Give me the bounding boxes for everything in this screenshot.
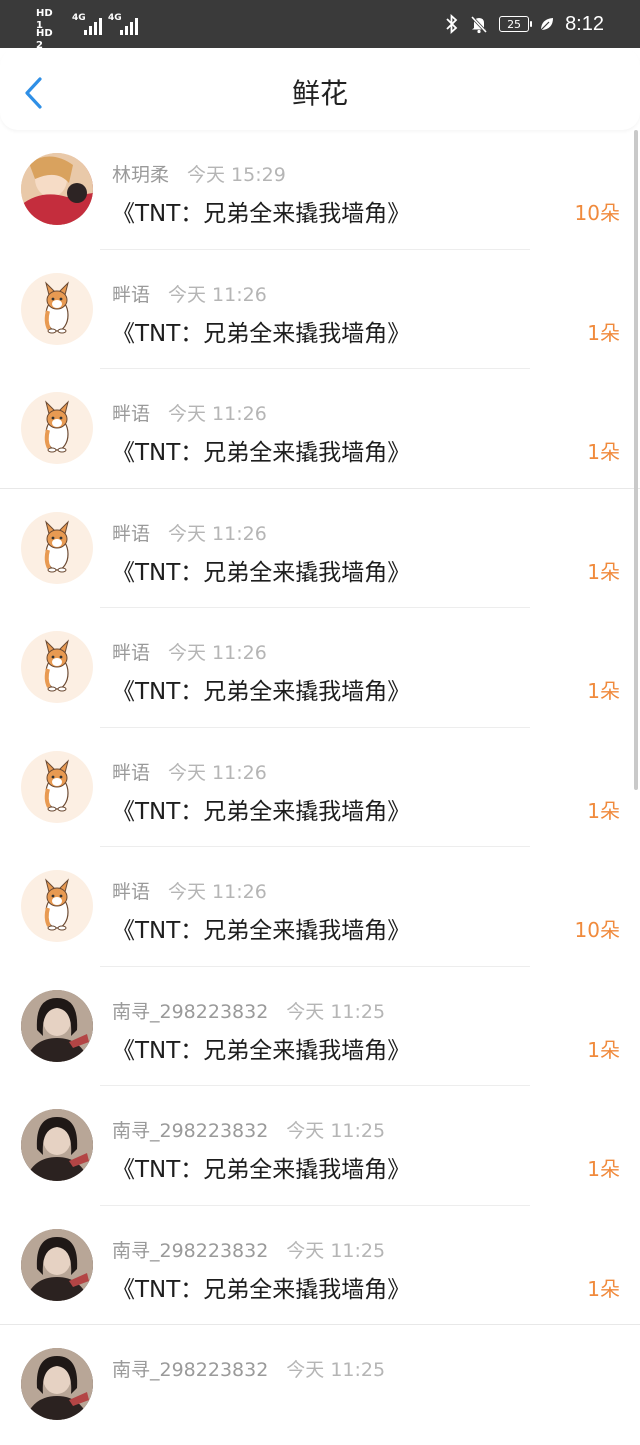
- song-title: 《TNT：兄弟全来撬我墙角》: [112, 320, 411, 347]
- user-name[interactable]: 南寻_298223832: [112, 1359, 268, 1381]
- list-item[interactable]: 畔语 今天 11:26 《TNT：兄弟全来撬我墙角》 1朵: [0, 250, 640, 369]
- flower-count: 1朵: [587, 320, 620, 345]
- user-photo: [21, 1109, 93, 1181]
- avatar[interactable]: [21, 750, 93, 823]
- list-item[interactable]: 南寻_298223832 今天 11:25: [0, 1325, 640, 1445]
- user-name-line: 畔语 今天 11:26: [112, 877, 267, 904]
- user-name-line: 畔语 今天 11:26: [112, 399, 267, 426]
- song-title: 《TNT：兄弟全来撬我墙角》: [112, 559, 411, 586]
- song-title: 《TNT：兄弟全来撬我墙角》: [112, 1037, 411, 1064]
- status-bar: HD 1 HD 2 4G 4G 25 8:12: [0, 0, 640, 51]
- user-name[interactable]: 南寻_298223832: [112, 1240, 268, 1262]
- list-item[interactable]: 畔语 今天 11:26 《TNT：兄弟全来撬我墙角》 10朵: [0, 847, 640, 967]
- user-name-line: 畔语 今天 11:26: [112, 280, 267, 307]
- song-title: 《TNT：兄弟全来撬我墙角》: [112, 201, 411, 227]
- clock: 8:12: [565, 12, 604, 35]
- user-photo: [21, 153, 93, 225]
- signal-2-icon: 4G: [108, 13, 148, 35]
- timestamp: 今天 15:29: [187, 164, 286, 186]
- list-item[interactable]: 畔语 今天 11:26 《TNT：兄弟全来撬我墙角》 1朵: [0, 369, 640, 489]
- timestamp: 今天 11:25: [286, 1120, 386, 1142]
- list-item[interactable]: 南寻_298223832 今天 11:25 《TNT：兄弟全来撬我墙角》 1朵: [0, 1206, 640, 1325]
- flower-count: 1朵: [587, 1037, 620, 1062]
- avatar[interactable]: [21, 870, 93, 942]
- mute-bell-icon: [470, 15, 488, 34]
- corgi-icon: [44, 878, 69, 931]
- user-name[interactable]: 畔语: [112, 762, 150, 784]
- timestamp: 今天 11:25: [286, 1239, 386, 1262]
- avatar[interactable]: [21, 1348, 93, 1420]
- timestamp: 今天 11:26: [168, 283, 267, 306]
- timestamp: 今天 11:26: [168, 403, 267, 425]
- user-name-line: 南寻_298223832 今天 11:25: [112, 1116, 385, 1143]
- avatar[interactable]: [21, 511, 93, 584]
- flower-count: 10朵: [574, 918, 620, 942]
- list-item[interactable]: 畔语 今天 11:26 《TNT：兄弟全来撬我墙角》 1朵: [0, 608, 640, 728]
- avatar[interactable]: [21, 631, 93, 703]
- list-item[interactable]: 畔语 今天 11:26 《TNT：兄弟全来撬我墙角》 1朵: [0, 728, 640, 847]
- flower-list: 林玥柔 今天 15:29 《TNT：兄弟全来撬我墙角》 10朵 畔语 今天 11:26 《T…: [0, 130, 640, 1445]
- user-name[interactable]: 畔语: [112, 881, 150, 903]
- timestamp: 今天 11:26: [168, 761, 267, 784]
- scrollbar[interactable]: [634, 130, 638, 790]
- timestamp: 今天 11:25: [286, 1359, 386, 1381]
- signal-1-icon: 4G: [72, 13, 112, 35]
- user-name-line: 南寻_298223832 今天 11:25: [112, 1236, 385, 1263]
- song-title: 《TNT：兄弟全来撬我墙角》: [112, 679, 411, 705]
- avatar[interactable]: [21, 153, 93, 225]
- song-title: 《TNT：兄弟全来撬我墙角》: [112, 1157, 411, 1183]
- user-name-line: 南寻_298223832 今天 11:25: [112, 1355, 385, 1382]
- list-item[interactable]: 畔语 今天 11:26 《TNT：兄弟全来撬我墙角》 1朵: [0, 489, 640, 608]
- user-name-line: 畔语 今天 11:26: [112, 519, 267, 546]
- user-photo: [21, 989, 93, 1062]
- page-title: 鲜花: [291, 77, 348, 110]
- user-name-line: 林玥柔 今天 15:29: [112, 160, 286, 187]
- flower-count: 10朵: [574, 201, 620, 225]
- battery-level: 25: [507, 17, 522, 31]
- flower-count: 1朵: [587, 1157, 620, 1181]
- timestamp: 今天 11:25: [286, 1000, 386, 1023]
- corgi-icon: [44, 280, 69, 333]
- avatar[interactable]: [21, 272, 93, 345]
- song-title: 《TNT：兄弟全来撬我墙角》: [112, 918, 411, 944]
- list-item[interactable]: 林玥柔 今天 15:29 《TNT：兄弟全来撬我墙角》 10朵: [0, 130, 640, 250]
- avatar[interactable]: [21, 1228, 93, 1301]
- user-name[interactable]: 南寻_298223832: [112, 1001, 268, 1023]
- timestamp: 今天 11:26: [168, 522, 267, 545]
- flower-count: 1朵: [587, 440, 620, 464]
- user-name-line: 畔语 今天 11:26: [112, 638, 267, 665]
- flower-count: 1朵: [587, 798, 620, 823]
- user-name[interactable]: 畔语: [112, 284, 150, 306]
- corgi-icon: [44, 639, 69, 692]
- flower-count: 1朵: [587, 679, 620, 703]
- user-name[interactable]: 林玥柔: [112, 164, 169, 186]
- user-name[interactable]: 畔语: [112, 403, 150, 425]
- song-title: 《TNT：兄弟全来撬我墙角》: [112, 440, 411, 466]
- battery-icon: 25: [499, 16, 533, 32]
- user-name[interactable]: 畔语: [112, 523, 150, 545]
- user-photo: [21, 1348, 93, 1420]
- flower-count: 1朵: [587, 1276, 620, 1301]
- user-name-line: 南寻_298223832 今天 11:25: [112, 997, 385, 1024]
- song-title: 《TNT：兄弟全来撬我墙角》: [112, 798, 411, 825]
- timestamp: 今天 11:26: [168, 642, 267, 664]
- corgi-icon: [44, 400, 69, 453]
- timestamp: 今天 11:26: [168, 881, 267, 903]
- user-name[interactable]: 南寻_298223832: [112, 1120, 268, 1142]
- list-item[interactable]: 南寻_298223832 今天 11:25 《TNT：兄弟全来撬我墙角》 1朵: [0, 1086, 640, 1206]
- user-photo: [21, 1228, 93, 1301]
- user-name-line: 畔语 今天 11:26: [112, 758, 267, 785]
- avatar[interactable]: [21, 392, 93, 464]
- avatar[interactable]: [21, 1109, 93, 1181]
- user-name[interactable]: 畔语: [112, 642, 150, 664]
- corgi-icon: [44, 519, 69, 572]
- corgi-icon: [44, 758, 69, 811]
- list-item[interactable]: 南寻_298223832 今天 11:25 《TNT：兄弟全来撬我墙角》 1朵: [0, 967, 640, 1086]
- avatar[interactable]: [21, 989, 93, 1062]
- song-title: 《TNT：兄弟全来撬我墙角》: [112, 1276, 411, 1303]
- bluetooth-icon: [446, 14, 458, 34]
- flower-count: 1朵: [587, 559, 620, 584]
- page-header: 鲜花: [0, 48, 640, 130]
- leaf-icon: [540, 18, 554, 31]
